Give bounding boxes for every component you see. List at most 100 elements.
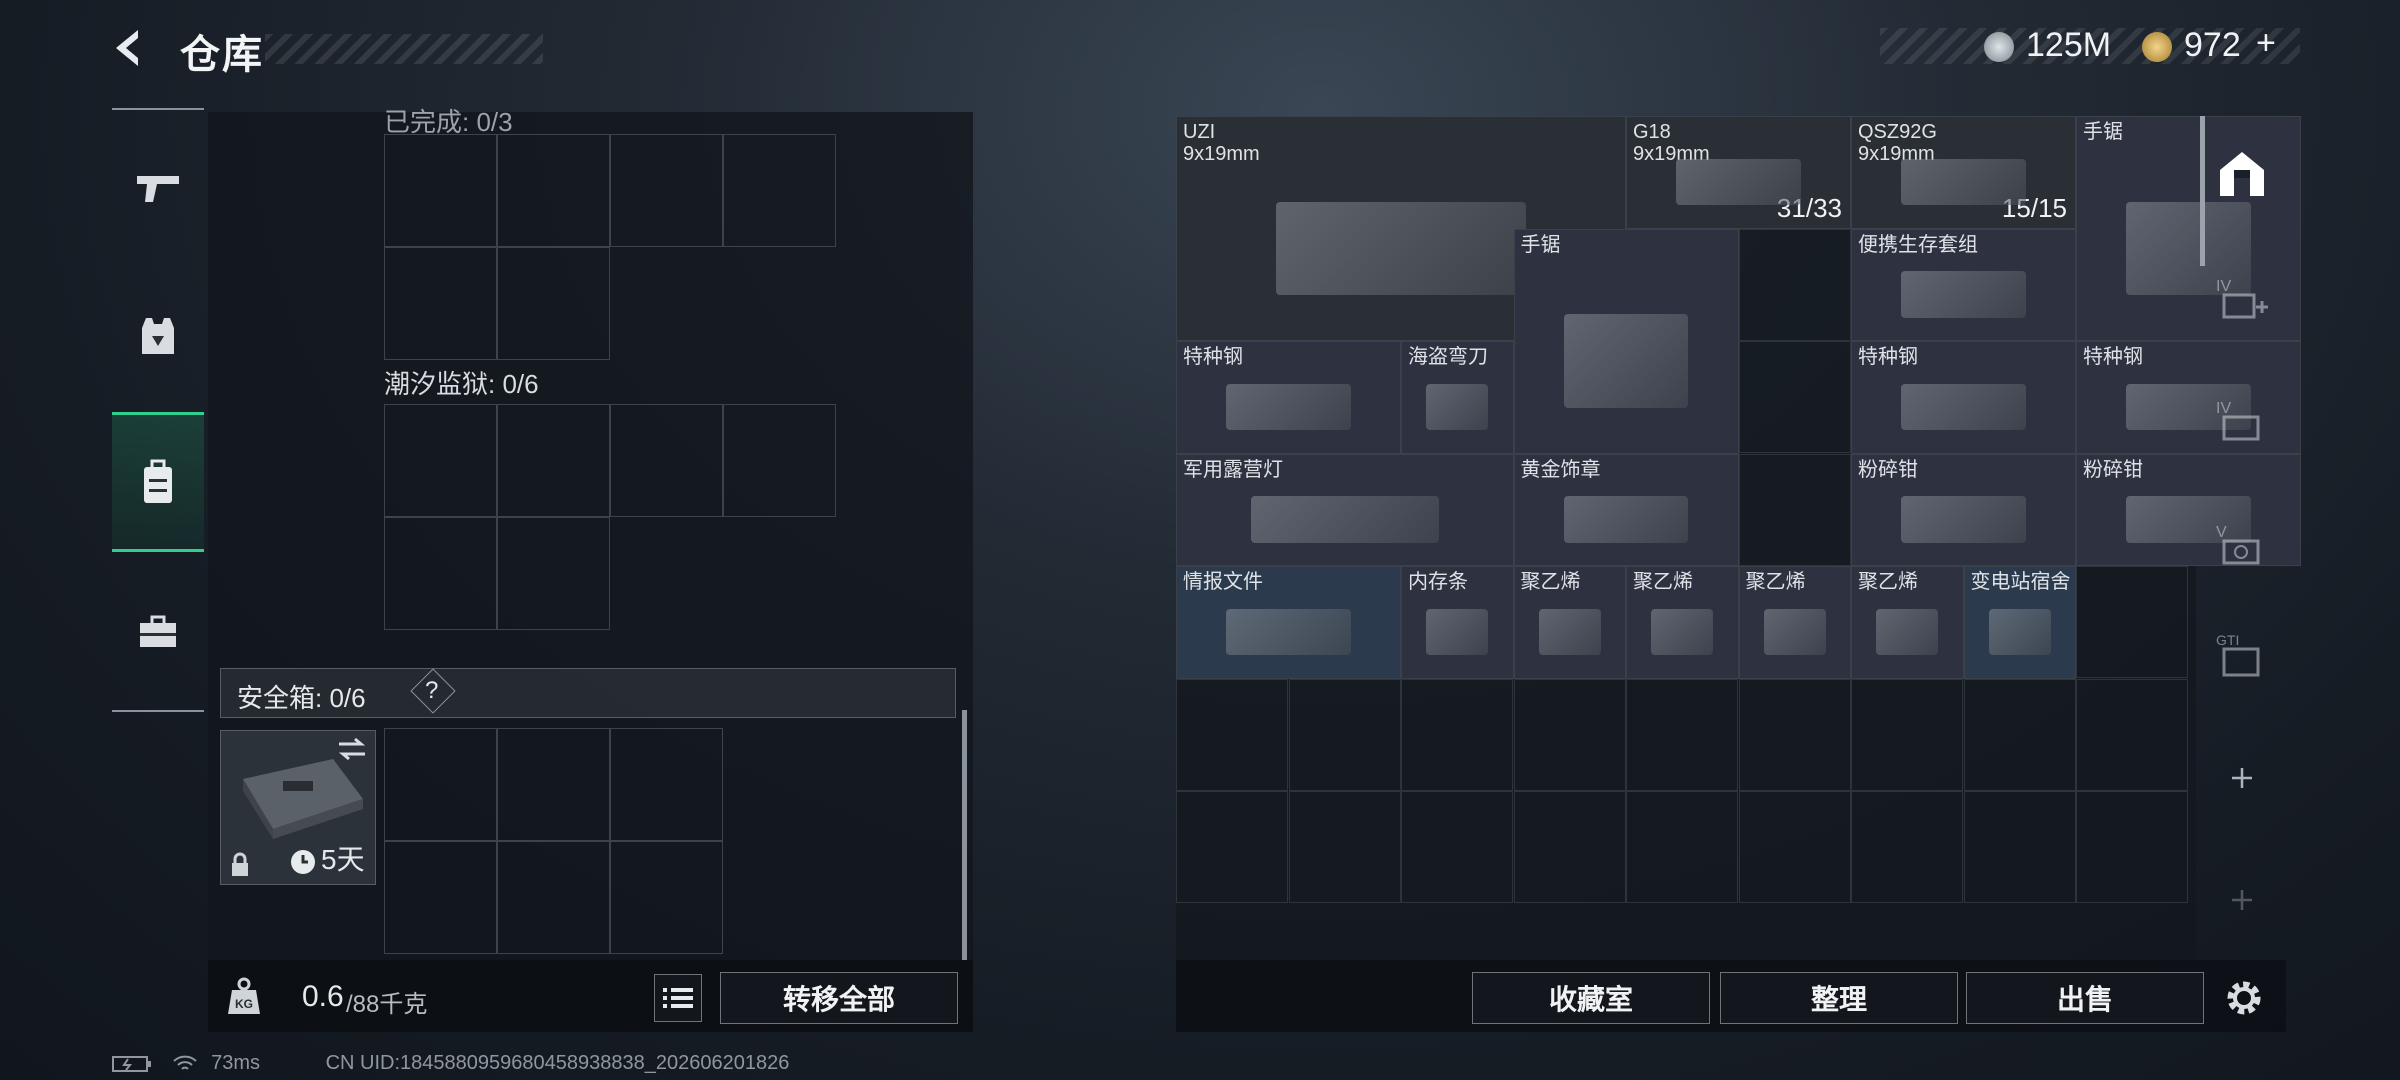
toolbox-icon xyxy=(140,615,176,647)
warehouse-empty-cell[interactable] xyxy=(2076,566,2188,678)
warehouse-home-icon xyxy=(2220,152,2264,196)
container-label-tidal-prison: 潮汐监狱: 0/6 xyxy=(384,369,539,399)
warehouse-tab-v[interactable]: V xyxy=(2214,516,2270,572)
warehouse-empty-cell[interactable] xyxy=(1963,678,2076,791)
item-caliber: 9x19mm xyxy=(1183,143,1260,165)
sell-button[interactable]: 出售 xyxy=(1966,972,2204,1024)
warehouse-item[interactable]: 特种钢 xyxy=(1176,341,1401,454)
settings-button[interactable] xyxy=(2220,974,2268,1022)
warehouse-item[interactable]: QSZ92G 9x19mm 15/15 xyxy=(1851,116,2076,229)
gold-amount: 972 xyxy=(2184,26,2241,64)
item-image xyxy=(1651,608,1714,656)
warehouse-item[interactable]: 军用露营灯 xyxy=(1176,453,1514,566)
nav-gear[interactable] xyxy=(112,568,204,696)
warehouse-empty-cell[interactable] xyxy=(1288,678,1401,791)
nav-weapons[interactable] xyxy=(112,124,204,252)
warehouse-tab-iv-2[interactable]: IV xyxy=(2214,392,2270,448)
warehouse-tab-gti[interactable]: GTI xyxy=(2214,626,2270,682)
warehouse-item[interactable]: 变电站宿舍 xyxy=(1963,566,2076,679)
collection-room-button[interactable]: 收藏室 xyxy=(1472,972,1710,1024)
item-image xyxy=(1901,383,2026,431)
warehouse-add-tab-button-2[interactable] xyxy=(2214,872,2270,928)
warehouse-empty-cell[interactable] xyxy=(1738,791,1851,903)
warehouse-item[interactable]: 聚乙烯 xyxy=(1851,566,1964,679)
warehouse-empty-cell[interactable] xyxy=(2076,678,2188,791)
warehouse-empty-cell[interactable] xyxy=(1401,678,1513,791)
item-name: G18 xyxy=(1633,121,1671,143)
swap-icon[interactable] xyxy=(337,737,367,761)
warehouse-empty-cell[interactable] xyxy=(1288,791,1401,903)
warehouse-expand-icon: IV xyxy=(2216,278,2268,319)
warehouse-item[interactable]: 便携生存套组 xyxy=(1851,228,2076,341)
item-image xyxy=(1988,608,2051,656)
warehouse-empty-cell[interactable] xyxy=(1176,678,1288,791)
nav-armor[interactable] xyxy=(112,272,204,400)
warehouse-tab-iv-add[interactable]: IV xyxy=(2214,270,2270,326)
warehouse-item[interactable]: 聚乙烯 xyxy=(1626,566,1739,679)
warehouse-add-tab-button[interactable] xyxy=(2214,750,2270,806)
warehouse-item[interactable]: 黄金饰章 xyxy=(1513,453,1739,566)
warehouse-item[interactable]: 聚乙烯 xyxy=(1513,566,1626,679)
item-name: 聚乙烯 xyxy=(1520,571,1581,593)
warehouse-empty-cell[interactable] xyxy=(1963,791,2076,903)
warehouse-grid[interactable]: UZI9x19mm0/35G189x19mm31/33QSZ92G9x19mm1… xyxy=(1176,116,2301,960)
item-image xyxy=(1226,383,1351,431)
item-name: 变电站宿舍 xyxy=(1970,571,2071,593)
item-name: 军用露营灯 xyxy=(1183,458,1283,481)
item-name: 海盗弯刀 xyxy=(1408,346,1488,368)
safe-box-slot[interactable]: 5天 xyxy=(220,730,376,885)
svg-text:IV: IV xyxy=(2216,278,2231,295)
warehouse-item[interactable]: 聚乙烯 xyxy=(1738,566,1851,679)
warehouse-empty-cell[interactable] xyxy=(1176,791,1288,903)
item-name: 特种钢 xyxy=(1858,346,1918,368)
item-image xyxy=(1275,201,1527,296)
warehouse-empty-cell[interactable] xyxy=(1513,791,1626,903)
warehouse-empty-cell[interactable] xyxy=(1626,791,1738,903)
silver-amount: 125M xyxy=(2026,26,2112,64)
latency-text: 73ms xyxy=(211,1052,261,1074)
list-view-button[interactable] xyxy=(654,974,702,1022)
warehouse-empty-cell[interactable] xyxy=(1626,678,1738,791)
nav-backpack[interactable] xyxy=(112,412,204,552)
item-name: 情报文件 xyxy=(1183,571,1263,593)
backpack-icon xyxy=(144,459,172,503)
warehouse-item[interactable]: 内存条 xyxy=(1401,566,1514,679)
left-scrollbar[interactable] xyxy=(962,710,967,960)
warehouse-empty-cell[interactable] xyxy=(1851,678,1963,791)
title-decoration xyxy=(265,34,543,64)
item-name: 特种钢 xyxy=(1183,346,1243,368)
warehouse-empty-cell[interactable] xyxy=(1401,791,1513,903)
back-arrow-icon xyxy=(116,30,138,66)
warehouse-item[interactable]: 海盗弯刀 xyxy=(1401,341,1514,454)
warehouse-item[interactable]: G18 9x19mm 31/33 xyxy=(1626,116,1851,229)
warehouse-item[interactable]: 特种钢 xyxy=(1851,341,2076,454)
warehouse-empty-cell[interactable] xyxy=(1738,228,1851,341)
item-image xyxy=(1250,496,1439,543)
item-name: 黄金饰章 xyxy=(1520,458,1601,481)
wifi-icon xyxy=(172,1055,197,1070)
warehouse-empty-cell[interactable] xyxy=(1738,453,1851,566)
silver-coin-icon xyxy=(1984,32,2014,62)
item-image xyxy=(1901,496,2026,543)
safe-box-header: 安全箱: 0/6 ? xyxy=(220,668,956,718)
transfer-all-button[interactable]: 转移全部 xyxy=(720,972,958,1024)
safe-box-help-button[interactable]: ? xyxy=(425,677,438,705)
warehouse-empty-cell[interactable] xyxy=(2076,791,2188,903)
warehouse-empty-cell[interactable] xyxy=(1851,791,1963,903)
plus-icon xyxy=(2232,768,2252,788)
warehouse-item[interactable]: 粉碎钳 xyxy=(1851,453,2076,566)
item-image xyxy=(1426,608,1489,656)
warehouse-empty-cell[interactable] xyxy=(1738,341,1851,453)
item-name: 聚乙烯 xyxy=(1745,571,1806,593)
warehouse-item[interactable]: 手锯 xyxy=(1513,228,1739,454)
warehouse-empty-cell[interactable] xyxy=(1513,678,1626,791)
warehouse-tabs: IV IV V GTI xyxy=(2200,116,2286,960)
warehouse-empty-cell[interactable] xyxy=(1738,678,1851,791)
back-button[interactable] xyxy=(108,24,156,72)
add-currency-button[interactable]: + xyxy=(2256,24,2276,63)
warehouse-tab-main[interactable] xyxy=(2214,146,2270,202)
plus-icon xyxy=(2232,890,2252,910)
item-name: 特种钢 xyxy=(2083,346,2143,368)
organize-button[interactable]: 整理 xyxy=(1720,972,1958,1024)
warehouse-item[interactable]: 情报文件 xyxy=(1176,566,1401,679)
